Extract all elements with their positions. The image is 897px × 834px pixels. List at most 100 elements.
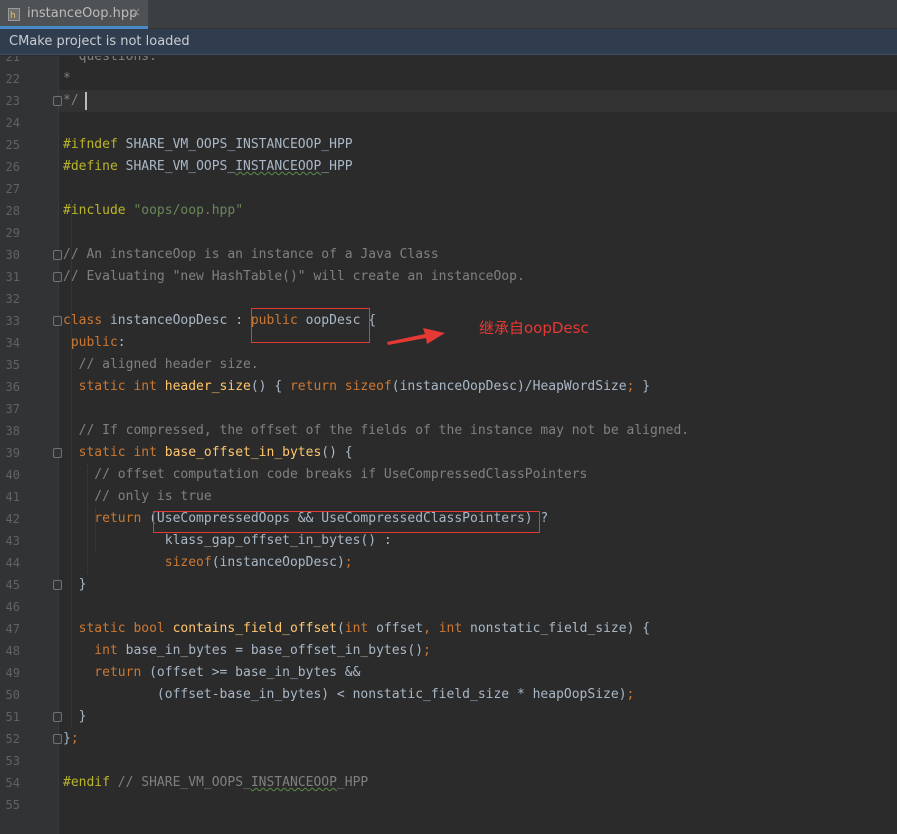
code-line: // An instanceOop is an instance of a Ja… [63,244,439,266]
fold-marker-icon[interactable] [53,734,62,744]
code-token: int [344,621,377,636]
code-token: int [63,643,126,658]
highlight-box-condition [153,511,540,533]
code-token: static int [63,379,165,394]
code-token: "oops/oop.hpp" [133,203,244,218]
fold-marker-icon[interactable] [53,712,62,722]
line-number: 34 [5,336,20,350]
code-token: ( [336,621,345,636]
fold-marker-icon[interactable] [53,580,62,590]
line-number: 39 [5,446,20,460]
code-line: #define SHARE_VM_OOPS_INSTANCEOOP_HPP [63,156,353,178]
code-token: // SHARE_VM_OOPS_ [117,775,251,790]
code-token: ; [626,687,635,702]
code-line: // Evaluating "new HashTable()" will cre… [63,266,525,288]
code-token: , int [423,621,471,636]
close-icon[interactable]: × [131,5,141,19]
code-token: () { [321,445,353,460]
code-line: * questions. [63,56,157,68]
tab-instanceoop-hpp[interactable]: h instanceOop.hpp × [0,0,148,29]
code-line: // only is true [63,486,212,508]
code-token: () { [250,379,290,394]
code-line: #include "oops/oop.hpp" [63,200,243,222]
code-token: return [289,379,345,394]
indent-guide [95,508,96,552]
line-number: 31 [5,270,20,284]
line-number: 51 [5,710,20,724]
line-number-gutter: 21 22 23 24 25 26 27 28 29 30 31 32 33 34 35 36 37 38 39 40… [0,56,58,834]
line-number: 22 [5,72,20,86]
code-token: static int [63,445,165,460]
fold-marker-icon[interactable] [53,250,62,260]
line-number: 28 [5,204,20,218]
code-line: // offset computation code breaks if Use… [63,464,587,486]
code-token: ; [70,731,79,746]
fold-marker-icon[interactable] [53,448,62,458]
code-token: #endif [63,775,118,790]
line-number: 27 [5,182,20,196]
code-line: // aligned header size. [63,354,259,376]
code-line: #ifndef SHARE_VM_OOPS_INSTANCEOOP_HPP [63,134,353,156]
code-line: static int base_offset_in_bytes() { [63,442,353,464]
code-token: (instanceOopDesc) [211,555,345,570]
highlight-box-public-oopdesc [251,308,370,343]
code-line: #endif // SHARE_VM_OOPS_INSTANCEOOP_HPP [63,772,368,794]
code-token: return [63,511,150,526]
code-token: base_in_bytes = base_offset_in_bytes() [125,643,424,658]
current-line-highlight [59,90,897,112]
code-token: return [63,665,150,680]
code-token: klass_gap_offset_in_bytes() : [63,533,392,548]
code-line: } [63,574,87,596]
code-line: (offset-base_in_bytes) < nonstatic_field… [63,684,634,706]
code-line: } [63,706,87,728]
annotation-arrow-icon [387,328,445,345]
code-token: } [642,379,651,394]
code-token: INSTANCEOOP [235,159,322,174]
fold-marker-icon[interactable] [53,96,62,106]
code-token: nonstatic_field_size) { [470,621,651,636]
line-number: 43 [5,534,20,548]
line-number: 42 [5,512,20,526]
notification-text: CMake project is not loaded [9,34,190,49]
code-token: ; [423,643,431,658]
line-number: 49 [5,666,20,680]
code-line: sizeof(instanceOopDesc); [63,552,353,574]
header-file-icon: h [8,8,20,21]
code-token: base_offset_in_bytes [164,445,322,460]
fold-marker-icon[interactable] [53,316,62,326]
code-token: } [63,709,87,724]
code-line: public: [63,332,126,354]
annotation-text: 继承自oopDesc [479,319,589,337]
code-token: SHARE_VM_OOPS_INSTANCEOOP_HPP [125,137,353,152]
text-caret [85,92,87,110]
line-number: 46 [5,600,20,614]
code-token: _HPP [336,775,369,790]
line-number: 52 [5,732,20,746]
line-number: 26 [5,160,20,174]
line-number: 55 [5,798,20,812]
code-token: } [63,577,87,592]
code-token: // only is true [63,489,212,504]
code-token: offset [376,621,424,636]
line-number: 48 [5,644,20,658]
code-line: */ [63,90,79,112]
svg-text:h: h [10,11,16,21]
code-line: // If compressed, the offset of the fiel… [63,420,690,442]
line-number: 41 [5,490,20,504]
fold-marker-icon[interactable] [53,272,62,282]
code-token: // Evaluating "new HashTable()" will cre… [63,269,525,284]
line-number: 47 [5,622,20,636]
code-line: }; [63,728,79,750]
line-number: 29 [5,226,20,240]
code-editor[interactable]: 21 22 23 24 25 26 27 28 29 30 31 32 33 34 35 36 37 38 39 40… [0,56,897,834]
code-token: * [63,71,71,86]
code-token: #define [63,159,126,174]
code-token: : [117,335,126,350]
tab-label: instanceOop.hpp [27,6,138,21]
code-line: int base_in_bytes = base_offset_in_bytes… [63,640,431,662]
code-token: // aligned header size. [63,357,259,372]
code-token: */ [63,93,79,108]
code-token: #ifndef [63,137,126,152]
code-token: * questions. [63,56,157,64]
code-token: instanceOopDesc : [109,313,251,328]
